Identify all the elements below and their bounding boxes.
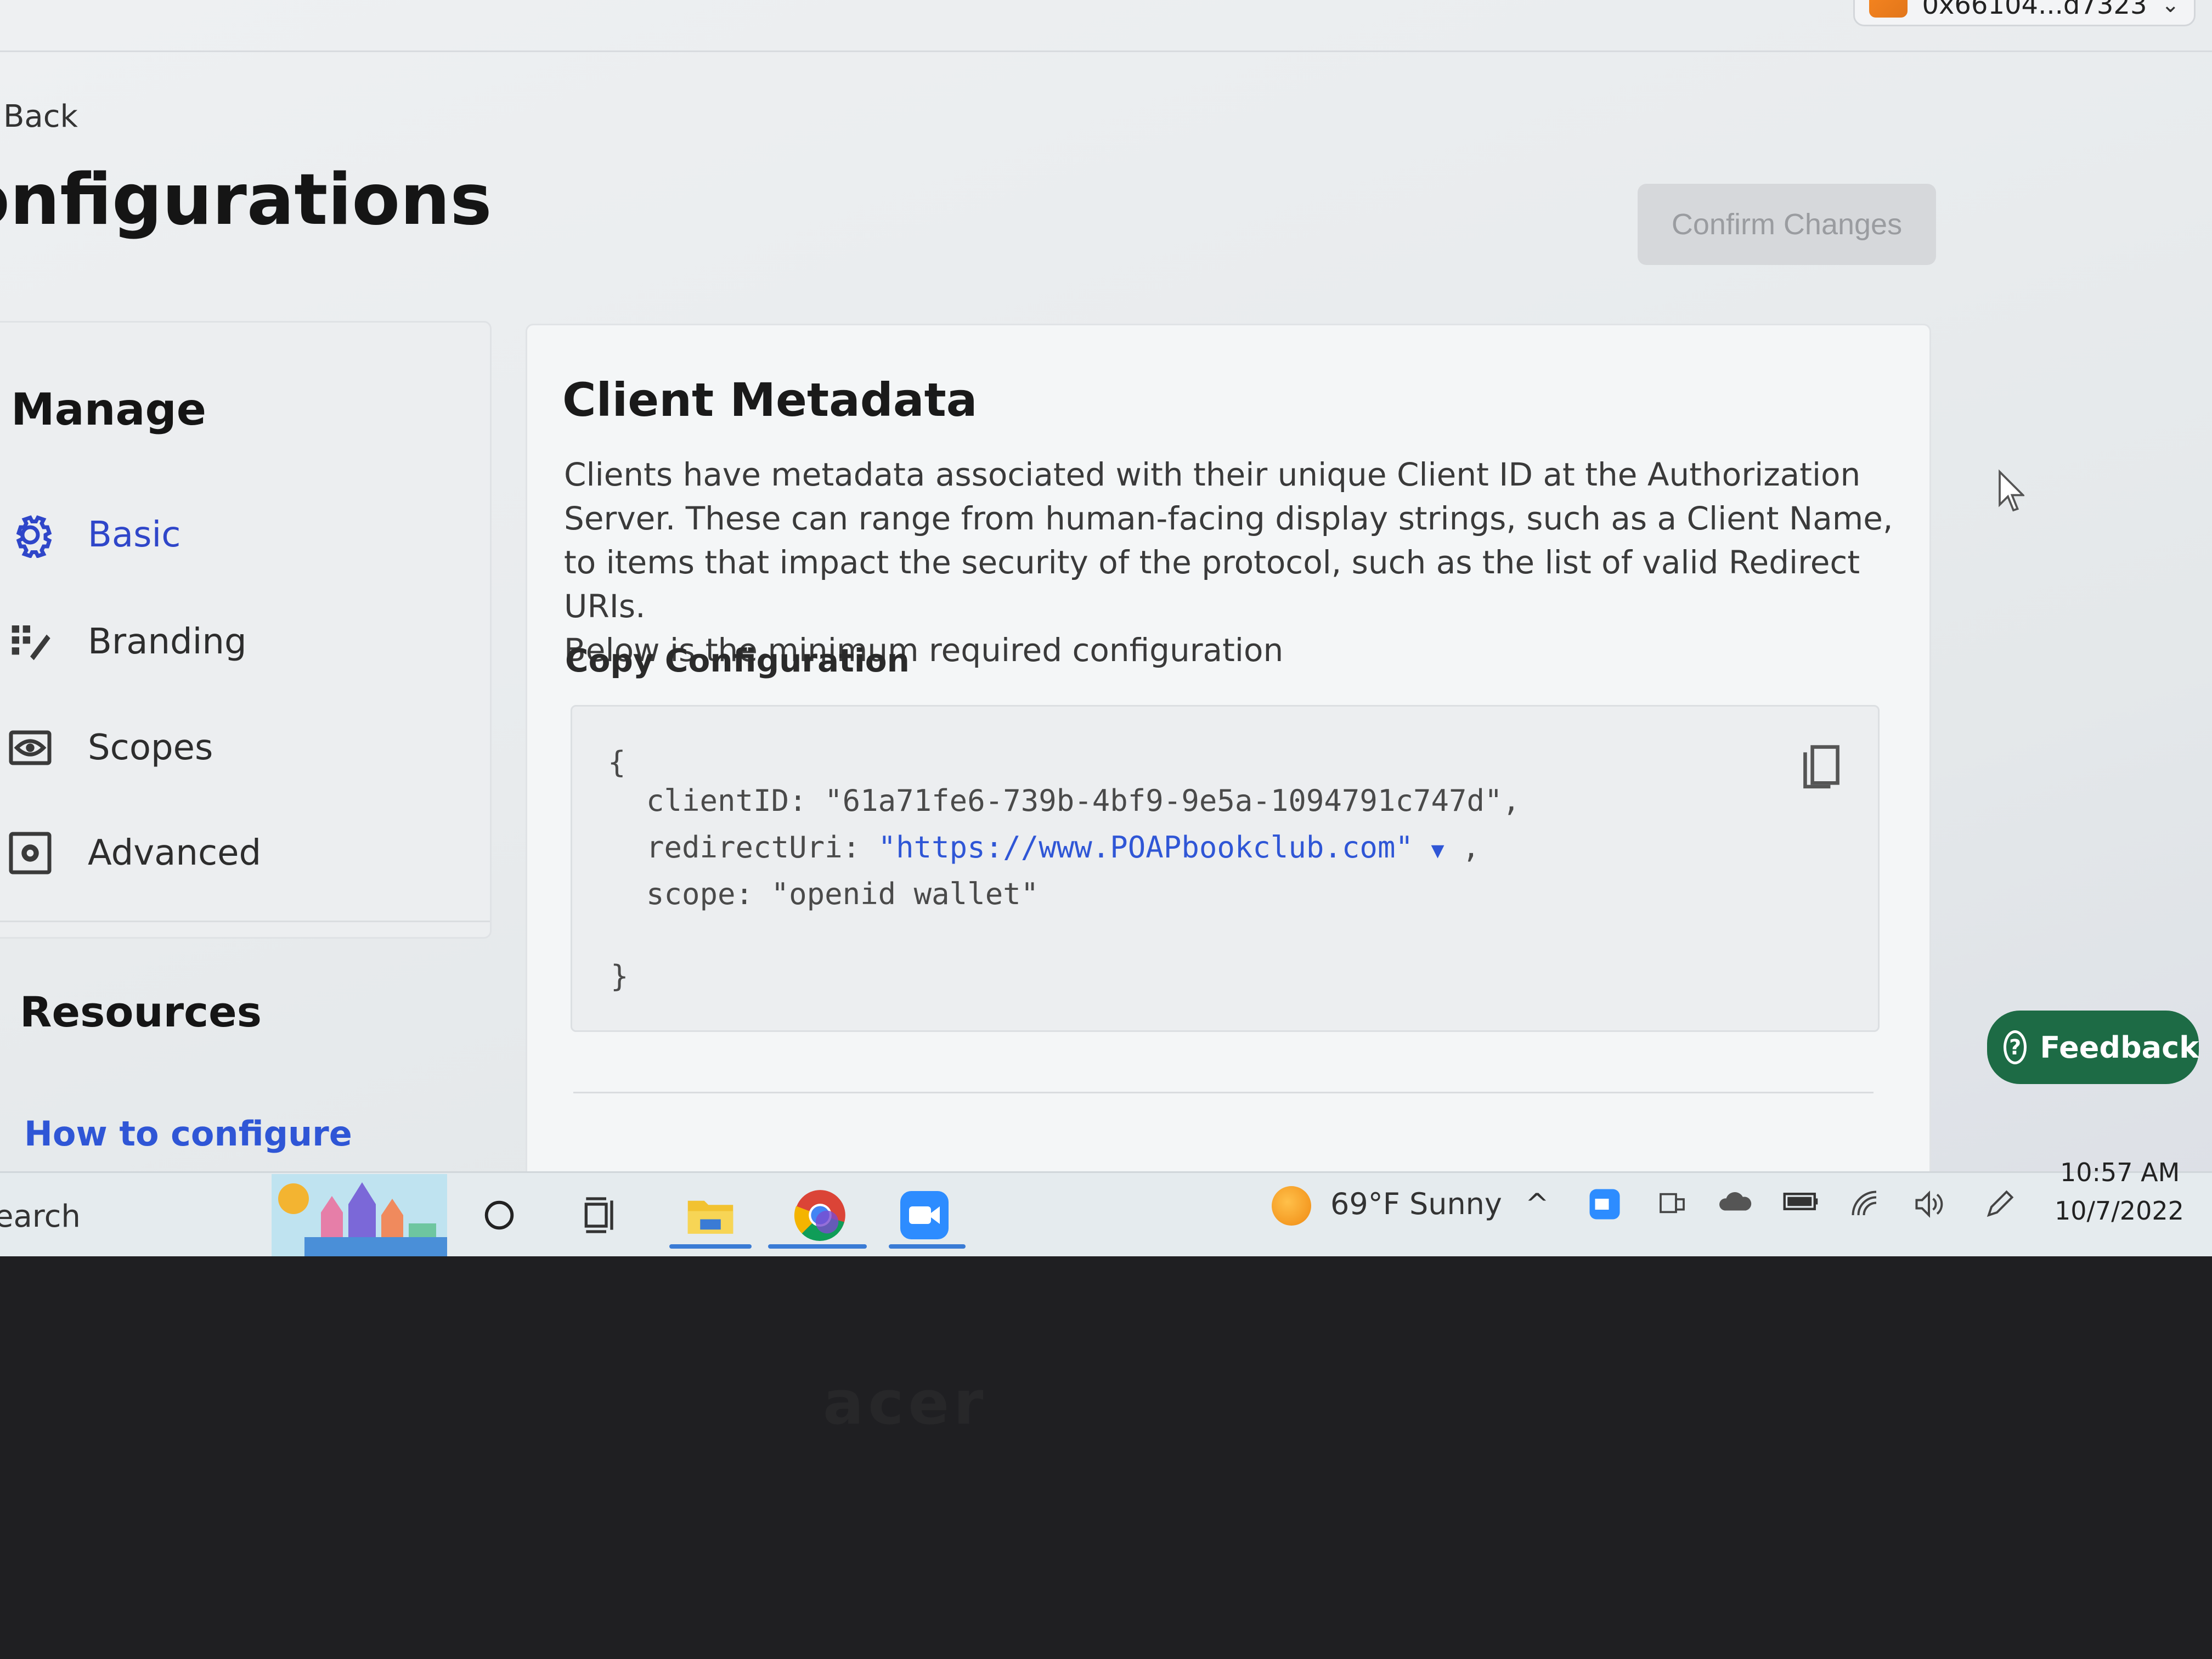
chevron-down-icon: ⌄ xyxy=(2161,0,2180,18)
redirect-uri-value: "https://www.POAPbookclub.com" xyxy=(878,830,1413,865)
gear-icon xyxy=(5,510,55,560)
code-line-redirect-uri: redirectUri: "https://www.POAPbookclub.c… xyxy=(646,830,1480,865)
copy-icon[interactable] xyxy=(1799,743,1843,794)
sidebar-item-label: Basic xyxy=(88,515,181,555)
code-close-brace: } xyxy=(611,959,629,994)
help-icon: ? xyxy=(2004,1030,2027,1064)
mouse-cursor-icon xyxy=(1999,469,2024,512)
panel-title: Client Metadata xyxy=(562,373,978,427)
cortana-icon[interactable] xyxy=(469,1185,529,1245)
confirm-changes-button[interactable]: Confirm Changes xyxy=(1638,184,1936,265)
feedback-label: Feedback xyxy=(2040,1030,2199,1065)
page-title: onfigurations xyxy=(0,159,492,241)
chrome-icon[interactable] xyxy=(790,1185,850,1245)
wifi-icon[interactable] xyxy=(1849,1188,1882,1228)
active-app-indicator xyxy=(889,1244,966,1249)
weather-status[interactable]: 69°F Sunny xyxy=(1330,1187,1502,1221)
show-hidden-icons-chevron-icon[interactable]: ^ xyxy=(1525,1188,1549,1221)
code-key: clientID: xyxy=(646,783,825,818)
clock-date[interactable]: 10/7/2022 xyxy=(2055,1196,2184,1226)
sidebar-item-advanced[interactable]: Advanced xyxy=(5,828,261,878)
battery-icon[interactable] xyxy=(1783,1188,1819,1221)
code-key: scope: xyxy=(646,877,771,911)
zoom-tray-icon[interactable] xyxy=(1588,1188,1621,1228)
wallet-address: 0x66104...d7323 xyxy=(1922,0,2147,20)
file-explorer-icon[interactable] xyxy=(680,1185,741,1245)
code-line-scope: scope: "openid wallet" xyxy=(646,877,1039,911)
sidebar-item-label: Branding xyxy=(88,622,247,662)
volume-icon[interactable] xyxy=(1912,1188,1946,1228)
redirect-uri-dropdown-caret-icon[interactable]: ▼ xyxy=(1431,838,1444,863)
wallet-button[interactable]: 0x66104...d7323 ⌄ xyxy=(1853,0,2196,26)
back-link[interactable]: Back xyxy=(3,99,78,134)
teams-tray-icon[interactable] xyxy=(1657,1188,1688,1226)
metamask-fox-icon xyxy=(1869,0,1908,18)
task-view-icon[interactable] xyxy=(571,1185,631,1245)
sidebar-heading-manage: Manage xyxy=(11,384,207,435)
how-to-configure-link[interactable]: How to configure xyxy=(24,1114,352,1154)
code-comma: , xyxy=(1444,830,1480,865)
eye-icon xyxy=(5,723,55,772)
sidebar-item-label: Advanced xyxy=(88,833,262,873)
laptop-logo-icon: acer xyxy=(823,1372,988,1437)
active-app-indicator xyxy=(669,1244,752,1249)
sidebar-item-branding[interactable]: Branding xyxy=(5,617,247,667)
weather-sun-icon xyxy=(1272,1186,1311,1226)
onedrive-cloud-icon[interactable] xyxy=(1717,1188,1753,1222)
svg-text:acer: acer xyxy=(823,1372,988,1437)
code-value: "openid wallet" xyxy=(771,877,1039,911)
code-open-brace: { xyxy=(608,745,626,780)
section-divider xyxy=(573,1092,1874,1093)
browser-screen: 0x66104...d7323 ⌄ Back onfigurations Con… xyxy=(0,0,2212,1256)
copy-configuration-label: Copy Configuration xyxy=(565,642,910,679)
sidebar-heading-resources: Resources xyxy=(20,988,262,1036)
config-code-block: { clientID: "61a71fe6-739b-4bf9-9e5a-109… xyxy=(571,705,1880,1032)
active-app-indicator xyxy=(768,1244,867,1249)
header-divider xyxy=(0,50,2212,52)
sidebar-item-scopes[interactable]: Scopes xyxy=(5,723,213,772)
code-line-client-id: clientID: "61a71fe6-739b-4bf9-9e5a-10947… xyxy=(646,783,1520,818)
sidebar-divider xyxy=(0,921,490,922)
feedback-button[interactable]: ? Feedback xyxy=(1987,1011,2199,1084)
pen-icon[interactable] xyxy=(1983,1188,2016,1228)
code-value: "61a71fe6-739b-4bf9-9e5a-1094791c747d", xyxy=(825,783,1521,818)
description-text: Clients have metadata associated with th… xyxy=(564,456,1893,625)
sidebar-item-basic[interactable]: Basic xyxy=(5,510,180,560)
zoom-icon[interactable] xyxy=(894,1185,955,1245)
palette-icon xyxy=(5,617,55,667)
metadata-description: Clients have metadata associated with th… xyxy=(564,453,1903,672)
settings-box-icon xyxy=(5,828,55,878)
clock-time[interactable]: 10:57 AM xyxy=(2060,1158,2180,1187)
code-key: redirectUri: xyxy=(646,830,878,865)
sidebar-item-label: Scopes xyxy=(88,727,213,768)
taskbar-search[interactable]: earch xyxy=(0,1199,81,1234)
search-highlight-art-icon xyxy=(272,1174,447,1256)
